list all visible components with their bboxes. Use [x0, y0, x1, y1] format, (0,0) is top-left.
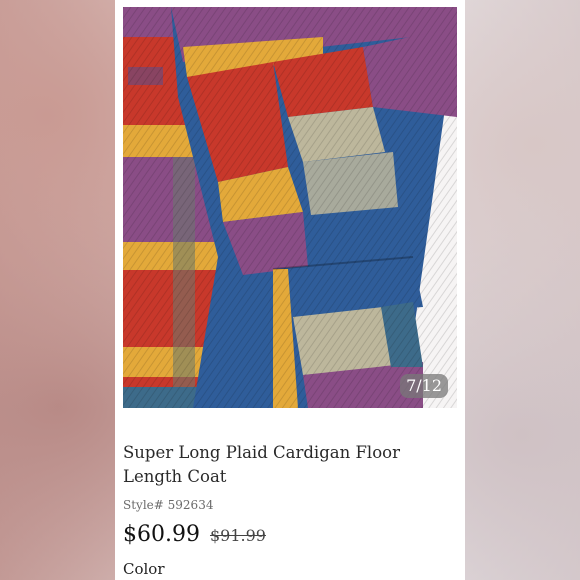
color-label: Color	[123, 560, 165, 578]
plaid-coat-photo	[123, 7, 457, 408]
product-image[interactable]: 7/12	[123, 7, 457, 408]
style-label: Style#	[123, 498, 164, 512]
price-row: $60.99 $91.99	[123, 522, 266, 547]
product-card: 7/12 Super Long Plaid Cardigan Floor Len…	[115, 0, 465, 580]
product-title: Super Long Plaid Cardigan Floor Length C…	[123, 443, 400, 486]
image-counter: 7/12	[400, 374, 448, 398]
style-value: 592634	[167, 498, 214, 512]
style-number: Style# 592634	[123, 498, 213, 512]
coat-sleeve	[171, 7, 457, 408]
original-price: $91.99	[209, 526, 266, 545]
sale-price: $60.99	[123, 522, 200, 547]
